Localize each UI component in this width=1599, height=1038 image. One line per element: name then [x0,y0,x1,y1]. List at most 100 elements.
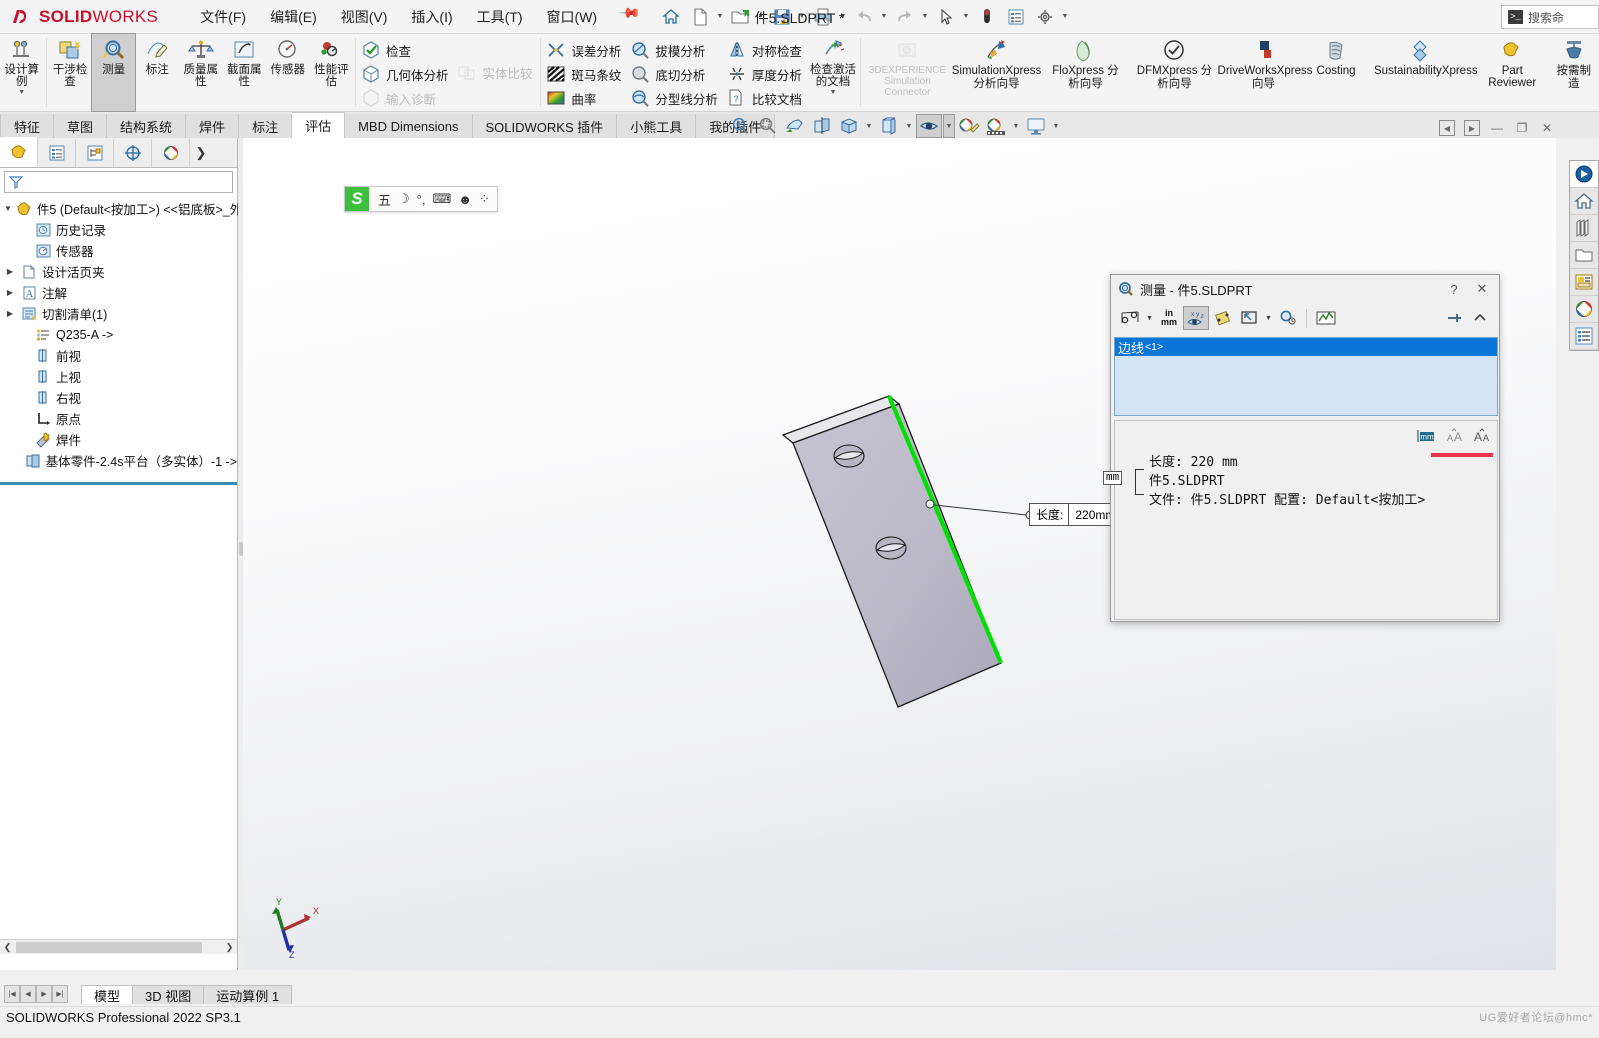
save-icon[interactable]: ! [768,4,796,30]
open-document-icon[interactable] [727,4,755,30]
part-reviewer-button[interactable]: Part Reviewer [1476,34,1548,111]
design-study-dropdown-icon[interactable]: ▼ [18,89,25,96]
geometry-analysis-button[interactable]: 几何体分析 [358,62,455,86]
compare-documents-button[interactable]: ? 比较文档 [724,86,808,110]
open-document-dropdown-icon[interactable]: ▼ [756,4,767,30]
bottom-tab-model[interactable]: 模型 [81,985,134,1004]
apply-scene-icon[interactable] [983,114,1009,138]
parting-line-analysis-button[interactable]: 分型线分析 [627,86,724,110]
measure-mode-icon[interactable] [1118,306,1142,330]
tree-item-annotations[interactable]: ▶ A 注解 [2,282,237,303]
check-active-document-dropdown-icon[interactable]: ▼ [830,89,837,96]
previous-view-icon[interactable] [782,114,808,138]
tree-item-material[interactable]: Q235-A -> [2,324,237,345]
menu-item-tools[interactable]: 工具(T) [465,3,535,31]
menu-item-insert[interactable]: 插入(I) [399,3,464,31]
tree-item-history[interactable]: 历史记录 [2,219,237,240]
measure-close-button[interactable]: ✕ [1471,279,1493,299]
custom-properties-icon[interactable] [1570,323,1598,350]
undo-icon[interactable] [850,4,878,30]
check-active-document-button[interactable]: 检查激活的文档 ▼ [808,34,858,111]
zebra-stripes-button[interactable]: 斑马条纹 [543,62,627,86]
property-manager-tab[interactable] [38,139,76,167]
tab-last-button[interactable]: ▶| [52,985,68,1003]
performance-evaluation-button[interactable]: 性能评估 [310,34,354,111]
tab-prev-button[interactable]: ◀ [20,985,36,1003]
undercut-analysis-button[interactable]: 底切分析 [627,62,724,86]
tab-features[interactable]: 特征 [0,114,55,138]
point-to-point-icon[interactable] [1211,306,1235,330]
tree-item-cut-list[interactable]: ▶ 切割清单(1) [2,303,237,324]
mass-properties-button[interactable]: 质量属性 [179,34,223,111]
tab-weldments[interactable]: 焊件 [186,114,240,138]
tab-first-button[interactable]: |◀ [4,985,20,1003]
edit-appearance-icon[interactable] [956,114,982,138]
tab-evaluate[interactable]: 评估 [292,112,346,138]
sensor-button[interactable]: 传感器 [266,34,310,111]
scroll-right-arrow-icon[interactable]: ❯ [222,940,237,955]
design-study-button[interactable]: 设计算例 ▼ [0,34,44,111]
pin-menu-icon[interactable]: 📌 [610,0,642,32]
file-properties-icon[interactable] [1002,4,1030,30]
view-settings-icon[interactable] [1023,114,1049,138]
tree-item-part[interactable]: ▼ 件5 (Default<按加工>) <<铝底板>_外) [2,198,246,219]
interference-check-button[interactable]: 干涉检查 [48,34,92,111]
draft-analysis-button[interactable]: 拔模分析 [627,38,724,62]
tab-next-button[interactable]: ▶ [36,985,52,1003]
collapse-icon[interactable] [1468,306,1492,330]
tab-structure-system[interactable]: 结构系统 [107,114,187,138]
print-dropdown-icon[interactable]: ▼ [838,4,849,30]
appearances-scenes-icon[interactable] [1570,296,1598,323]
hide-show-items-icon[interactable] [916,114,942,138]
display-style-icon[interactable] [876,114,902,138]
panel-expand-icon[interactable]: ❯ [190,139,212,167]
expander-icon[interactable]: ▶ [4,288,16,297]
scrollbar-thumb[interactable] [16,941,202,953]
maximize-button[interactable]: ❐ [1514,120,1530,136]
decrease-font-icon[interactable]: AA [1443,427,1465,445]
measure-help-button[interactable]: ? [1443,279,1465,299]
file-explorer-icon[interactable] [1570,242,1598,269]
units-precision-icon[interactable]: in mm [1157,306,1181,330]
gear-icon[interactable] [1031,4,1059,30]
options-dropdown-icon[interactable]: ▼ [1060,4,1071,30]
tree-item-sensors[interactable]: 传感器 [2,240,237,261]
section-view-icon[interactable] [809,114,835,138]
costing-button[interactable]: Costing [1308,34,1364,111]
expander-icon[interactable]: ▶ [4,267,16,276]
tab-sketch[interactable]: 草图 [54,114,108,138]
markup-button[interactable]: 标注 [135,34,179,111]
restore-next-button[interactable]: ▶ [1464,120,1480,136]
feature-tree-horizontal-scrollbar[interactable]: ❮ ❯ [0,939,237,954]
tree-item-design-binder[interactable]: ▶ 设计活页夹 [2,261,237,282]
unit-mm-icon[interactable]: mm [1415,427,1437,445]
on-demand-manufacturing-button[interactable]: 按需制造 [1548,34,1599,111]
deviation-analysis-button[interactable]: 误差分析 [543,38,627,62]
show-xyz-icon[interactable]: xyz [1183,306,1209,330]
symmetry-check-button[interactable]: 对称检查 [724,38,808,62]
tree-item-right-plane[interactable]: 右视 [2,387,237,408]
measure-mode-dropdown-icon[interactable]: ▼ [1144,306,1155,330]
zoom-to-fit-icon[interactable] [728,114,754,138]
sustainabilityxpress-button[interactable]: SustainabilityXpress [1364,34,1478,111]
view-settings-dropdown-icon[interactable]: ▼ [1050,114,1062,138]
expander-icon[interactable]: ▶ [4,309,16,318]
thickness-analysis-button[interactable]: 厚度分析 [724,62,808,86]
configuration-manager-tab[interactable] [76,139,114,167]
section-properties-button[interactable]: 截面属性 [223,34,267,111]
view-orientation-icon[interactable] [836,114,862,138]
tab-mbd-dimensions[interactable]: MBD Dimensions [345,114,473,138]
display-manager-tab[interactable] [152,139,190,167]
tree-item-base-part[interactable]: 基体零件-2.4s平台（多实体）-1 -> [2,450,237,471]
create-sensor-icon[interactable] [1313,306,1339,330]
design-library-icon[interactable] [1570,215,1598,242]
view-palette-icon[interactable] [1570,269,1598,296]
scroll-left-arrow-icon[interactable]: ❮ [0,940,15,955]
3dexperience-icon[interactable] [1570,161,1598,188]
undo-dropdown-icon[interactable]: ▼ [879,4,890,30]
floxpress-button[interactable]: FloXpress 分析向导 [1041,34,1130,111]
print-icon[interactable] [809,4,837,30]
apply-scene-dropdown-icon[interactable]: ▼ [1010,114,1022,138]
dfmxpress-button[interactable]: DFMXpress 分析向导 [1130,34,1219,111]
menu-item-window[interactable]: 窗口(W) [535,3,610,31]
